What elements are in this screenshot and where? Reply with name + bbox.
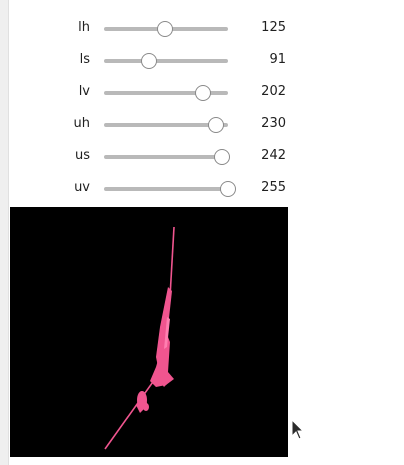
- slider-track[interactable]: [104, 181, 236, 197]
- slider-thumb[interactable]: [140, 53, 157, 69]
- slider-label: uv: [74, 180, 90, 195]
- slider-track[interactable]: [104, 117, 228, 133]
- slider-row-uv: uv 255: [0, 172, 404, 204]
- slider-row-uh: uh 230: [0, 108, 404, 140]
- app-window: lh 125 ls 91 lv 202 uh 230 us 242 uv 255: [0, 0, 404, 465]
- slider-label: us: [74, 148, 90, 163]
- slider-row-ls: ls 91: [0, 44, 404, 76]
- slider-value: 242: [261, 148, 286, 163]
- slider-label: lh: [78, 20, 90, 35]
- slider-row-us: us 242: [0, 140, 404, 172]
- slider-row-lv: lv 202: [0, 76, 404, 108]
- slider-value: 125: [261, 20, 286, 35]
- slider-track[interactable]: [104, 53, 228, 69]
- slider-track[interactable]: [104, 21, 228, 37]
- slider-thumb[interactable]: [213, 149, 230, 165]
- slider-track[interactable]: [104, 85, 228, 101]
- slider-thumb[interactable]: [156, 21, 173, 37]
- slider-thumb[interactable]: [207, 117, 224, 133]
- slider-label: lv: [78, 84, 90, 99]
- slider-row-lh: lh 125: [0, 12, 404, 44]
- mask-preview-canvas: [10, 207, 288, 457]
- mouse-pointer-icon: [291, 419, 305, 440]
- slider-value: 202: [261, 84, 286, 99]
- slider-value: 230: [261, 116, 286, 131]
- slider-thumb[interactable]: [195, 85, 212, 101]
- slider-label: ls: [79, 52, 90, 67]
- slider-thumb[interactable]: [220, 181, 236, 197]
- slider-track[interactable]: [104, 149, 230, 165]
- mask-preview-image: [10, 207, 288, 457]
- slider-panel: lh 125 ls 91 lv 202 uh 230 us 242 uv 255: [0, 12, 404, 204]
- slider-value: 255: [261, 180, 286, 195]
- slider-label: uh: [73, 116, 90, 131]
- slider-value: 91: [269, 52, 286, 67]
